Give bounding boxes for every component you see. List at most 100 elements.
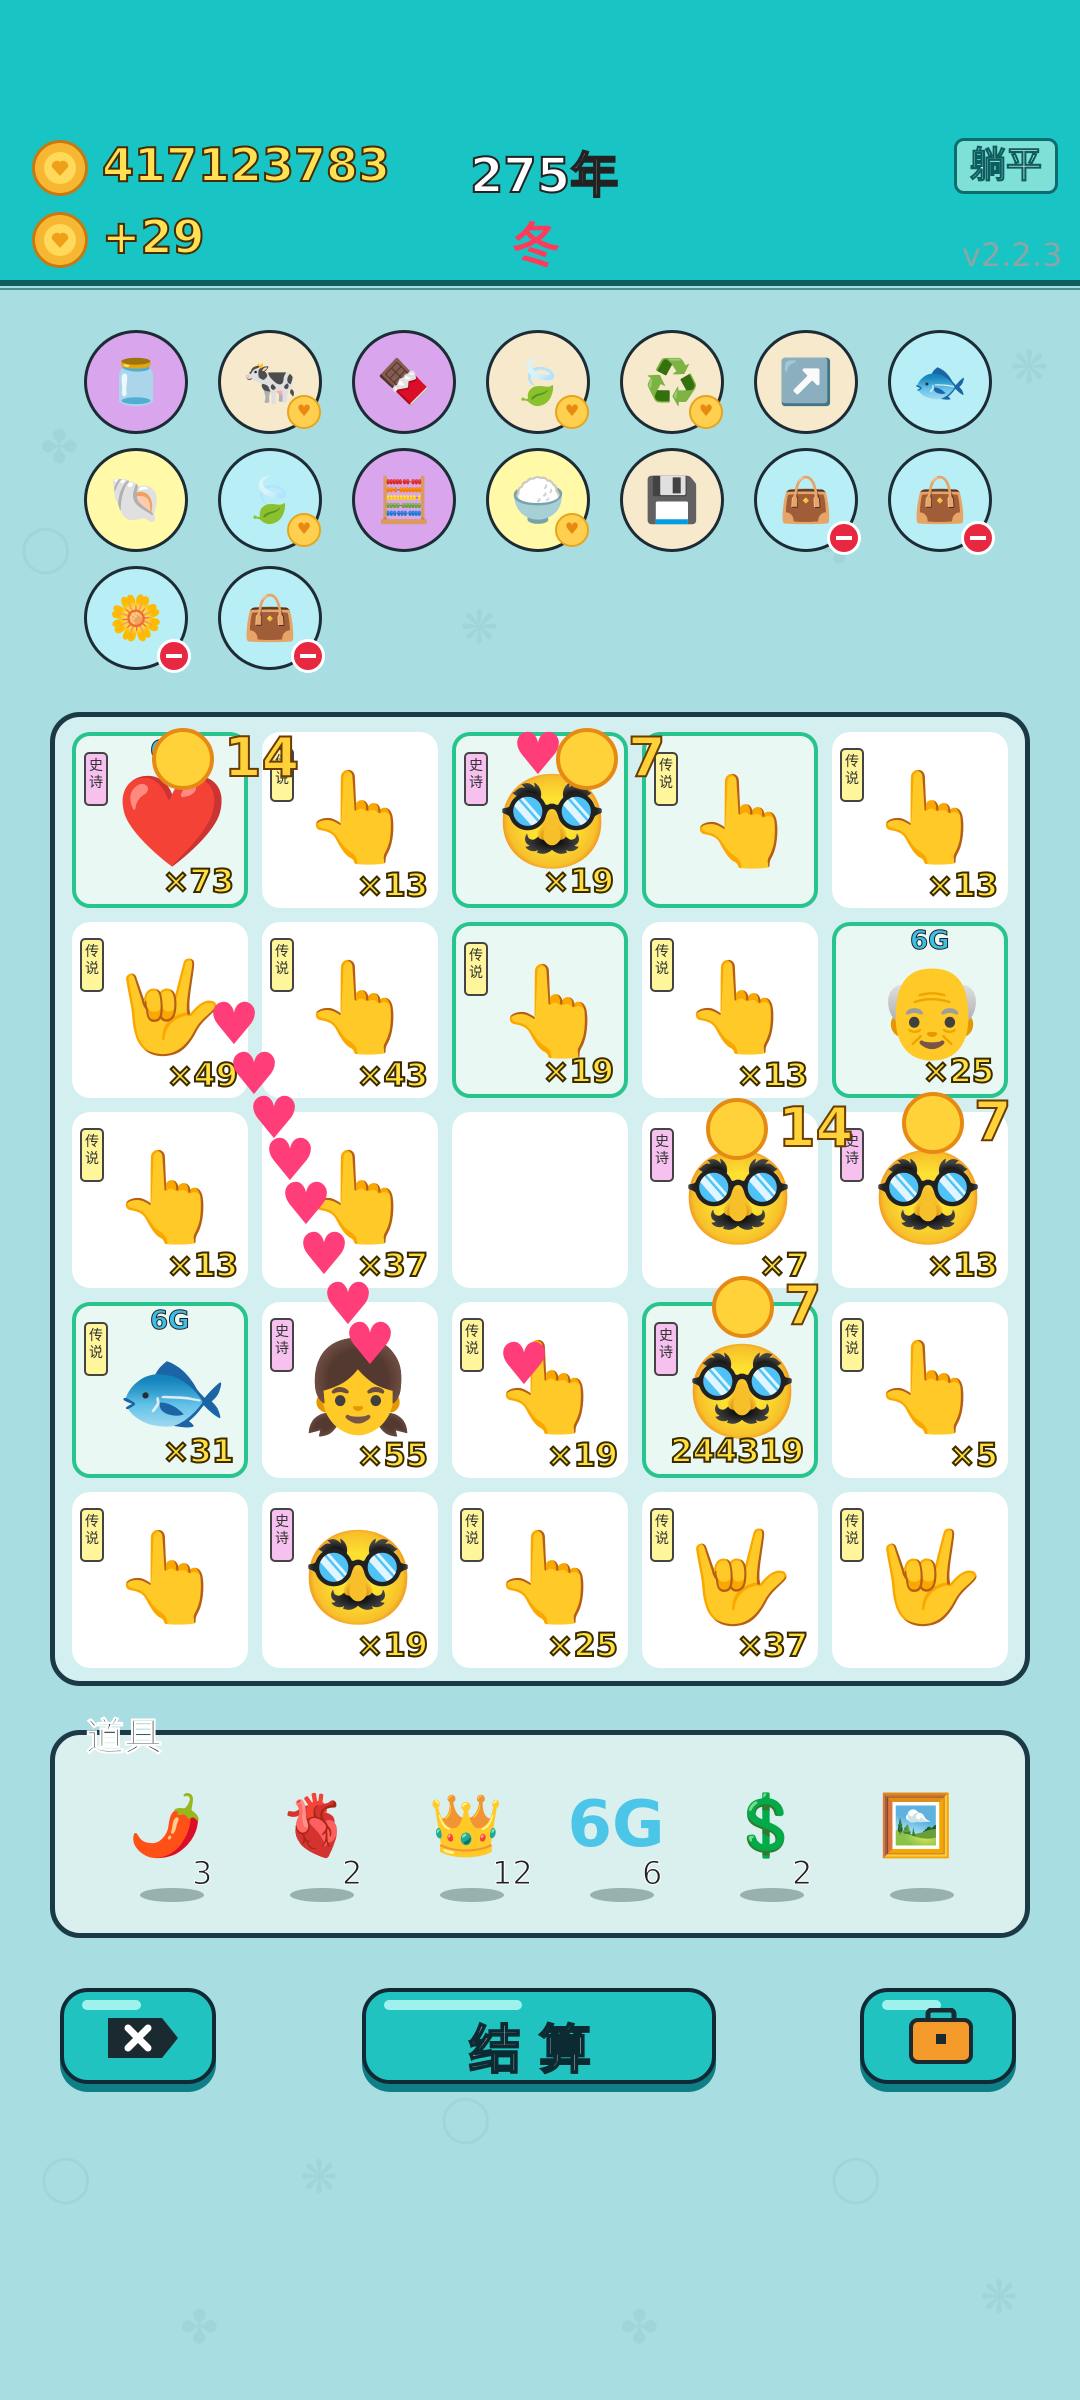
rarity-tag: 传说 [650, 1508, 674, 1562]
shadow [590, 1888, 654, 1902]
rarity-tag: 传说 [650, 938, 674, 992]
green-leaf-icon[interactable]: 🍃 ♥ [218, 448, 322, 552]
rarity-tag: 传说 [460, 1318, 484, 1372]
cell-count: ×13 [736, 1055, 809, 1095]
rarity-tag: 传说 [840, 1318, 864, 1372]
sack-icon[interactable]: 👜 [218, 566, 325, 673]
board-cell[interactable]: 史诗 🥸 ×19 [262, 1492, 438, 1668]
cell-count: ×19 [542, 861, 615, 901]
point-icon: 👆 [686, 769, 799, 874]
flower-bg-icon: ❋ [300, 2150, 339, 2204]
rarity-tag: 传说 [840, 748, 864, 802]
clover-bg-icon: ✤ [180, 2300, 219, 2354]
arrow-box-icon[interactable]: ↗️ [754, 330, 858, 434]
settle-button[interactable]: 结算 [362, 1988, 716, 2084]
backspace-icon [108, 2018, 178, 2058]
cassette-chocolate-icon[interactable]: 🍫 [352, 330, 456, 434]
coin-income: +29 [101, 209, 206, 265]
heart-badge-icon: ♥ [555, 513, 589, 547]
coin-icon [152, 728, 214, 790]
exit-button[interactable] [60, 1988, 216, 2084]
leaf-icon[interactable]: 🍃 ♥ [486, 330, 590, 434]
tool-item[interactable]: 👑 12 [416, 1780, 533, 1902]
cell-count: ×13 [166, 1245, 239, 1285]
oldman-icon: 👴 [876, 959, 989, 1064]
tool-count: 2 [791, 1854, 813, 1893]
year-label: 275年 [469, 147, 619, 205]
math-head-icon[interactable]: 🧮 [352, 448, 456, 552]
board-cell[interactable] [452, 1112, 628, 1288]
fish-icon: 🐟 [116, 1339, 229, 1444]
milk-jar-icon[interactable]: 🫙 [84, 330, 188, 434]
reward-amount: 14 [223, 725, 300, 790]
circle-bg-icon: ◯ [830, 2150, 882, 2204]
board-cell[interactable]: 传说 🤟 ×37 [642, 1492, 818, 1668]
bag-button[interactable] [860, 1988, 1016, 2084]
tool-count: 6 [641, 1854, 663, 1893]
season-label: 冬 [512, 218, 561, 274]
face-icon: 🥸 [872, 1145, 985, 1250]
board-cell[interactable]: 传说 👆 ×5 [832, 1302, 1008, 1478]
remove-badge-icon[interactable] [827, 521, 861, 555]
board-cell[interactable]: 传说 👆 ×13 [642, 922, 818, 1098]
rarity-tag: 传说 [840, 1508, 864, 1562]
remove-badge-icon[interactable] [961, 521, 995, 555]
board-cell[interactable]: 传说 👆 [72, 1492, 248, 1668]
fish-bowl-icon[interactable]: 🐟 [888, 330, 992, 434]
recycle-icon[interactable]: ♻️ ♥ [620, 330, 724, 434]
board-cell[interactable]: 传说 👆 ×25 [452, 1492, 628, 1668]
board-cell[interactable]: 传说 👆 [642, 732, 818, 908]
remove-badge-icon[interactable] [291, 639, 325, 673]
cell-count: ×37 [736, 1625, 809, 1665]
sack-icon[interactable]: 👜 [754, 448, 861, 555]
rock-icon: 🤟 [682, 1525, 795, 1630]
briefcase-icon [909, 2008, 973, 2064]
coin-icon [556, 728, 618, 790]
remove-badge-icon[interactable] [157, 639, 191, 673]
board-cell[interactable]: 传说 👆 ×13 [832, 732, 1008, 908]
point-icon: 👆 [302, 765, 415, 870]
face-icon: 🥸 [682, 1145, 795, 1250]
point-icon: 👆 [302, 955, 415, 1060]
tool-count: 12 [492, 1854, 534, 1893]
sack-icon[interactable]: 👜 [888, 448, 995, 555]
settle-label: 结算 [468, 2020, 609, 2082]
highlight [82, 2000, 142, 2010]
rarity-tag: 史诗 [650, 1128, 674, 1182]
coin-icon [32, 212, 88, 268]
coin-icon [902, 1092, 964, 1154]
board-cell[interactable]: 传说 👆 ×19 [452, 922, 628, 1098]
rarity-tag: 史诗 [464, 752, 488, 806]
cow-couple-icon[interactable]: 🐄 ♥ [218, 330, 322, 434]
tool-item[interactable]: 🖼️ [866, 1780, 966, 1902]
board-cell[interactable]: 传说 🤟 [832, 1492, 1008, 1668]
shadow [290, 1888, 354, 1902]
tool-count: 3 [191, 1854, 213, 1893]
tool-item[interactable]: 🌶️ 3 [116, 1780, 216, 1902]
heart-icon: ♥ [498, 1330, 550, 1398]
board-cell[interactable]: 传说 6G 🐟 ×31 [72, 1302, 248, 1478]
shell-icon[interactable]: 🐚 [84, 448, 188, 552]
point-icon: 👆 [872, 765, 985, 870]
rarity-tag: 传说 [460, 1508, 484, 1562]
board-cell[interactable]: 传说 👆 ×43 [262, 922, 438, 1098]
heart-icon: ♥ [344, 1310, 396, 1378]
rarity-tag: 史诗 [270, 1318, 294, 1372]
upgrade-badge: 6G [149, 1306, 190, 1337]
cell-count: 244319 [669, 1431, 805, 1471]
tool-item[interactable]: 🫀 2 [266, 1780, 366, 1902]
lie-flat-button[interactable]: 躺平 [954, 138, 1058, 194]
shadow [140, 1888, 204, 1902]
coin-icon [706, 1098, 768, 1160]
board-cell[interactable]: 6G 👴 ×25 [832, 922, 1008, 1098]
board-cell[interactable]: 传说 👆 ×13 [72, 1112, 248, 1288]
flower-bg-icon: ❋ [1010, 340, 1049, 394]
tool-item[interactable]: 💲 2 [716, 1780, 816, 1902]
tool-item[interactable]: 6G 6 [566, 1780, 666, 1902]
cell-count: ×5 [948, 1435, 999, 1475]
flower-pot-icon[interactable]: 🌼 [84, 566, 191, 673]
chip-icon[interactable]: 💾 [620, 448, 724, 552]
tools-title: 道具 [85, 1715, 163, 1760]
rice-bowl-icon[interactable]: 🍚 ♥ [486, 448, 590, 552]
shadow [740, 1888, 804, 1902]
